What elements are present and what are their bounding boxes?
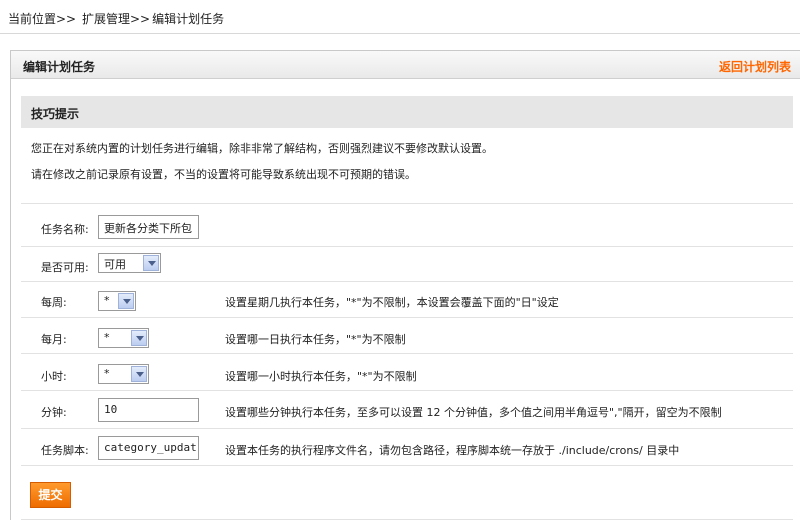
divider	[21, 353, 793, 354]
chevron-down-icon	[143, 255, 159, 271]
back-to-list-link[interactable]: 返回计划列表	[719, 58, 791, 75]
chevron-down-icon	[131, 330, 147, 346]
enabled-select-value: 可用	[104, 258, 126, 271]
task-name-label: 任务名称:	[41, 223, 89, 236]
divider	[21, 203, 793, 204]
minute-input[interactable]: 10	[98, 398, 199, 422]
task-name-input[interactable]: 更新各分类下所包	[98, 215, 199, 239]
divider	[21, 428, 793, 429]
script-input[interactable]: category_updat	[98, 436, 199, 460]
hour-select[interactable]: *	[98, 364, 149, 384]
monthday-select[interactable]: *	[98, 328, 149, 348]
enabled-label: 是否可用:	[41, 261, 89, 274]
submit-button[interactable]: 提交	[30, 482, 71, 508]
tips-title: 技巧提示	[31, 107, 80, 121]
hour-hint: 设置哪一小时执行本任务，"*"为不限制	[225, 370, 417, 383]
chevron-down-icon	[131, 366, 147, 382]
divider	[21, 281, 793, 282]
breadcrumb-current: 当前位置>>	[8, 12, 77, 26]
script-label: 任务脚本:	[41, 444, 89, 457]
enabled-select[interactable]: 可用	[98, 253, 161, 273]
weekday-select-value: *	[104, 294, 110, 307]
monthday-select-value: *	[104, 331, 110, 344]
tips-header	[21, 96, 793, 128]
tip-line-1: 您正在对系统内置的计划任务进行编辑，除非非常了解结构，否则强烈建议不要修改默认设…	[31, 142, 493, 155]
edit-task-panel: 编辑计划任务 返回计划列表 技巧提示 您正在对系统内置的计划任务进行编辑，除非非…	[10, 50, 800, 520]
monthday-hint: 设置哪一日执行本任务，"*"为不限制	[225, 333, 406, 346]
divider	[21, 317, 793, 318]
tips-section: 技巧提示 您正在对系统内置的计划任务进行编辑，除非非常了解结构，否则强烈建议不要…	[21, 96, 793, 181]
breadcrumb-extensions[interactable]: 扩展管理>>	[82, 12, 150, 26]
page-title: 编辑计划任务	[23, 60, 96, 74]
script-hint: 设置本任务的执行程序文件名，请勿包含路径，程序脚本统一存放于 ./include…	[225, 444, 680, 457]
weekday-hint: 设置星期几执行本任务，"*"为不限制，本设置会覆盖下面的"日"设定	[225, 296, 559, 309]
breadcrumb-edit-task: 编辑计划任务	[152, 12, 225, 26]
minute-label: 分钟:	[41, 406, 67, 419]
hour-select-value: *	[104, 367, 110, 380]
chevron-down-icon	[118, 293, 134, 309]
monthday-label: 每月:	[41, 333, 67, 346]
breadcrumb: 当前位置>> 扩展管理>> 编辑计划任务	[8, 10, 226, 27]
weekday-select[interactable]: *	[98, 291, 136, 311]
panel-header: 编辑计划任务 返回计划列表	[11, 51, 800, 79]
weekday-label: 每周:	[41, 296, 67, 309]
divider	[21, 390, 793, 391]
minute-hint: 设置哪些分钟执行本任务，至多可以设置 12 个分钟值，多个值之间用半角逗号","…	[225, 406, 722, 419]
top-divider	[0, 33, 800, 34]
hour-label: 小时:	[41, 370, 67, 383]
divider	[21, 246, 793, 247]
divider	[21, 465, 793, 466]
tip-line-2: 请在修改之前记录原有设置，不当的设置将可能导致系统出现不可预期的错误。	[31, 168, 416, 181]
